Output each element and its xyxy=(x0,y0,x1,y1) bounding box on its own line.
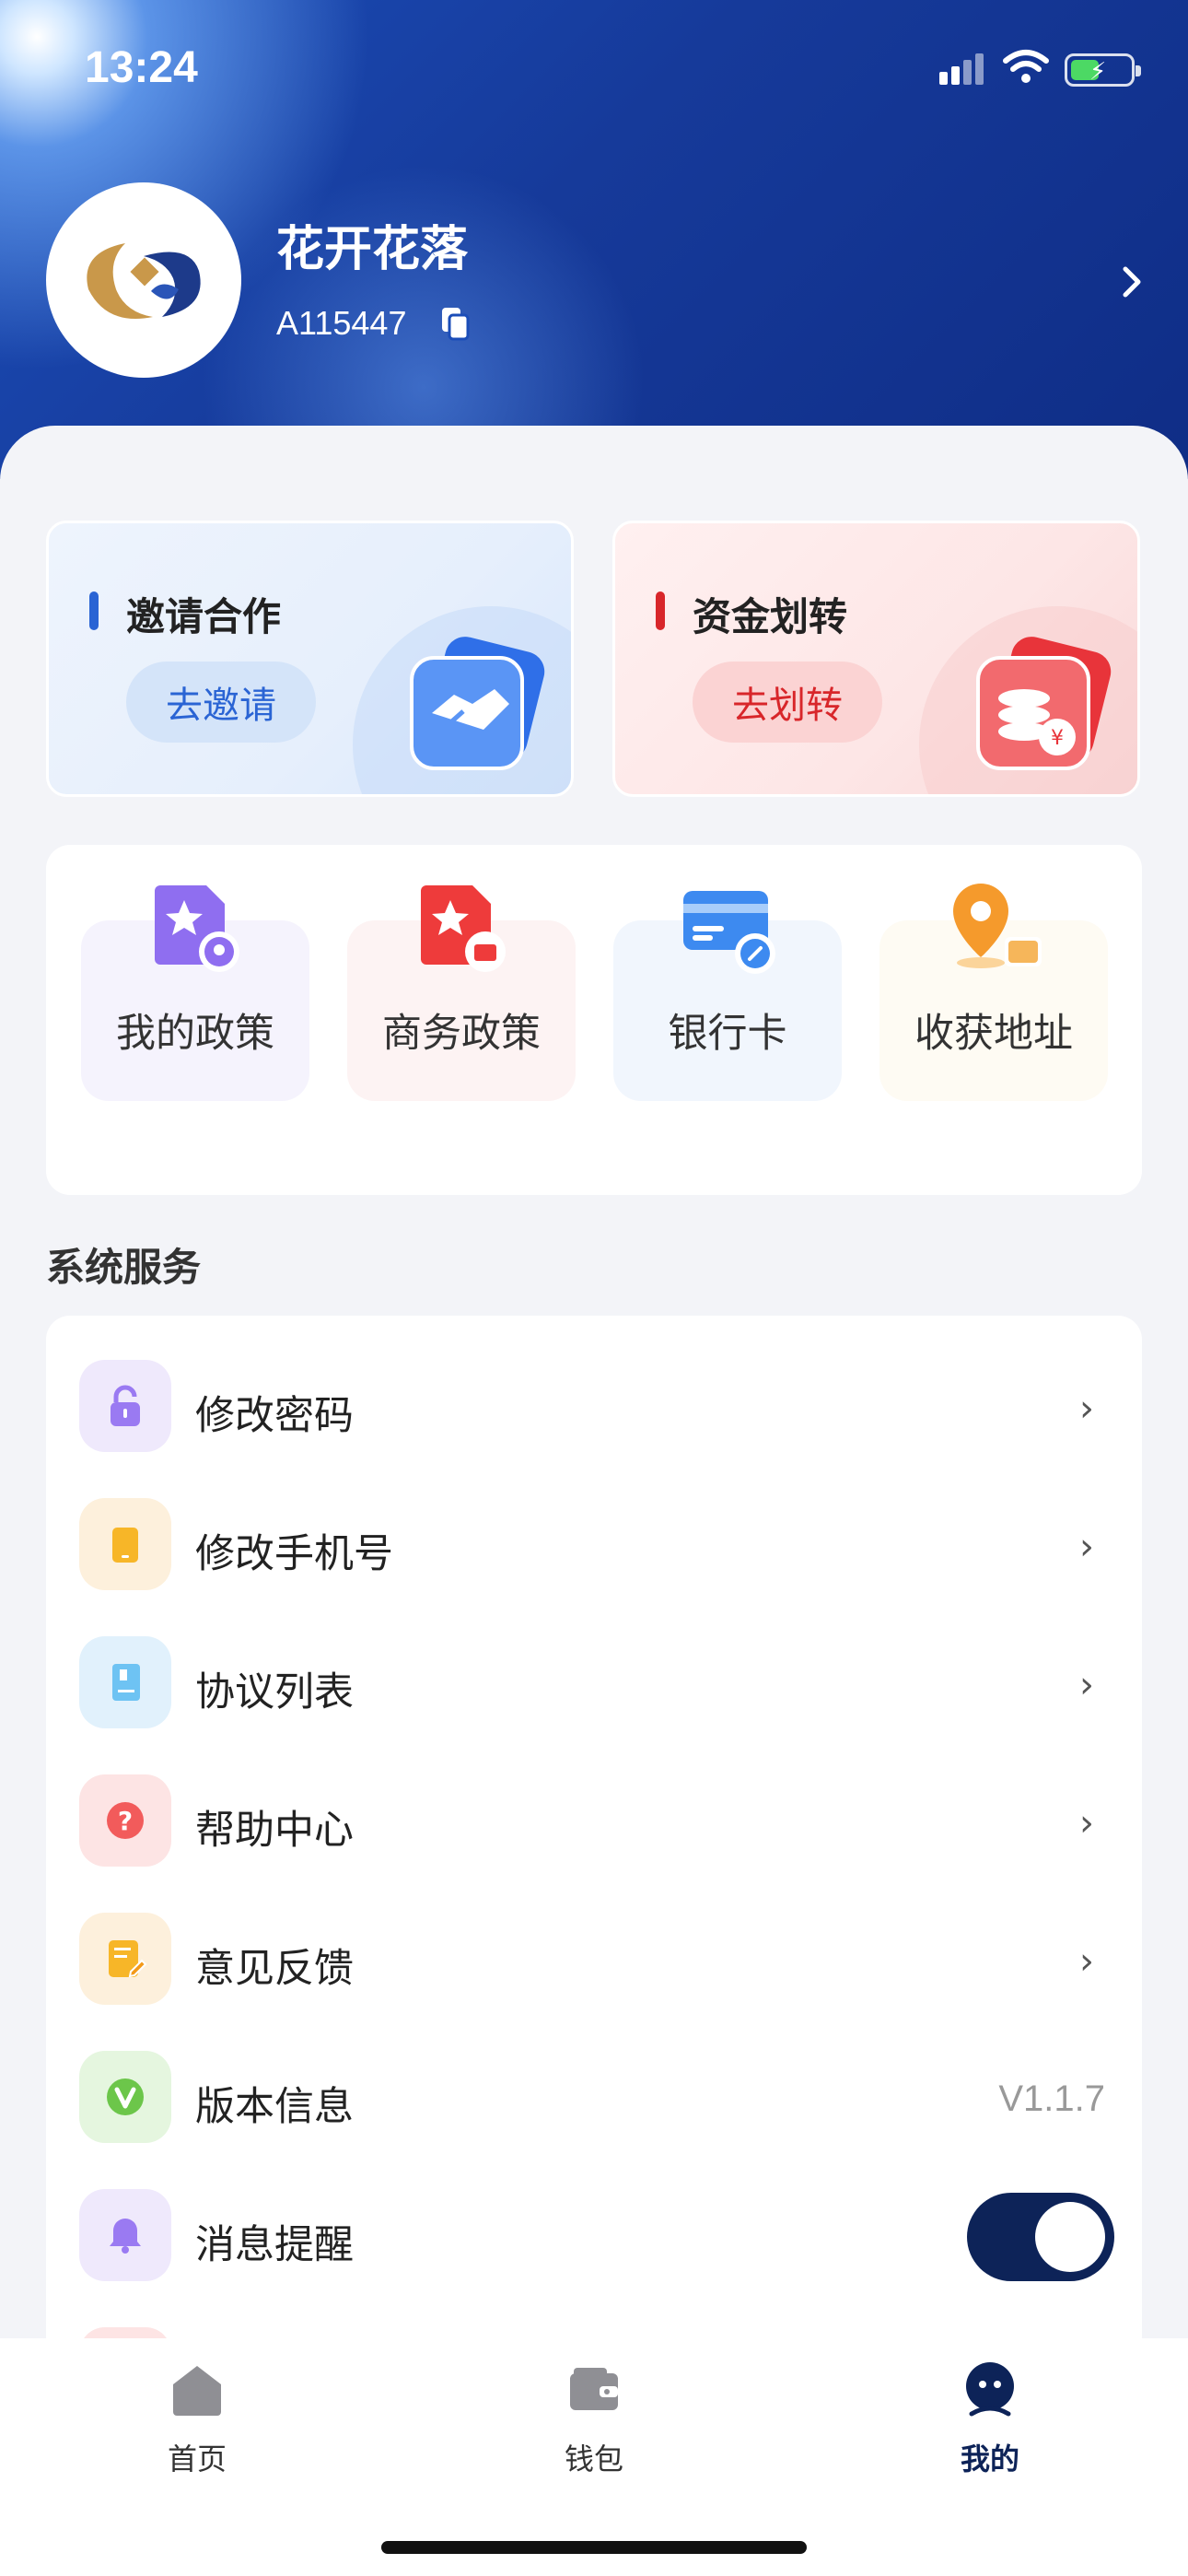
company-logo xyxy=(87,243,201,319)
list-item-feedback[interactable]: 意见反馈 › xyxy=(46,1868,1142,2007)
status-time: 13:24 xyxy=(85,43,198,92)
status-bar: 13:24 ⚡ xyxy=(0,0,1188,138)
profile-icon xyxy=(966,2362,1014,2417)
chevron-right-icon: › xyxy=(1079,1940,1094,1983)
profile-header: 13:24 ⚡ 花开花落 A115447 xyxy=(0,0,1188,479)
invite-button[interactable]: 去邀请 xyxy=(126,662,316,743)
version-value: V1.1.7 xyxy=(998,2078,1105,2119)
quick-label: 银行卡 xyxy=(668,1011,787,1057)
tab-label: 钱包 xyxy=(564,2441,623,2476)
invite-title: 邀请合作 xyxy=(126,594,282,639)
chevron-right-icon: › xyxy=(1079,1388,1094,1430)
handshake-icon xyxy=(410,637,545,770)
business-policy-icon xyxy=(421,885,506,972)
profile-name: 花开花落 xyxy=(276,222,469,277)
list-item-help-center[interactable]: ? 帮助中心 › xyxy=(46,1730,1142,1868)
list-item-change-password[interactable]: 修改密码 › xyxy=(46,1316,1142,1454)
svg-text:?: ? xyxy=(118,1806,133,1836)
copy-icon[interactable] xyxy=(440,306,472,341)
profile-chevron-icon[interactable] xyxy=(1118,263,1146,300)
lock-icon xyxy=(79,1360,171,1452)
feedback-icon xyxy=(79,1913,171,2005)
coins-icon: ¥ xyxy=(976,637,1112,770)
quick-label: 我的政策 xyxy=(116,1011,274,1057)
list-item-label: 修改密码 xyxy=(195,1393,354,1439)
list-item-label: 意见反馈 xyxy=(195,1946,354,1992)
invite-card[interactable]: 邀请合作 去邀请 xyxy=(46,521,574,797)
battery-icon: ⚡ xyxy=(1065,53,1141,87)
chevron-right-icon: › xyxy=(1079,1664,1094,1706)
profile-id: A115447 xyxy=(276,304,407,342)
tab-wallet[interactable]: 钱包 xyxy=(456,2338,732,2486)
document-icon xyxy=(79,1636,171,1728)
avatar[interactable] xyxy=(46,182,241,378)
quick-label: 商务政策 xyxy=(382,1011,541,1057)
transfer-button[interactable]: 去划转 xyxy=(693,662,882,743)
quick-my-policy[interactable]: 我的政策 xyxy=(81,885,309,1101)
policy-star-icon xyxy=(155,885,239,972)
version-icon xyxy=(79,2051,171,2143)
quick-label: 收获地址 xyxy=(914,1011,1073,1057)
home-icon xyxy=(173,2366,221,2416)
location-pin-icon xyxy=(953,884,1042,968)
question-icon: ? xyxy=(79,1774,171,1867)
notification-toggle[interactable] xyxy=(967,2193,1114,2281)
tab-label: 我的 xyxy=(960,2441,1019,2476)
transfer-title: 资金划转 xyxy=(693,594,848,639)
list-item-version[interactable]: 版本信息 V1.1.7 xyxy=(46,2007,1142,2145)
list-item-label: 修改手机号 xyxy=(195,1531,393,1577)
transfer-card[interactable]: 资金划转 去划转 ¥ xyxy=(612,521,1140,797)
transfer-accent-bar xyxy=(656,591,665,630)
signal-icon xyxy=(939,53,989,85)
chevron-right-icon: › xyxy=(1079,1526,1094,1568)
svg-text:¥: ¥ xyxy=(1051,727,1064,750)
home-indicator xyxy=(381,2541,807,2554)
quick-address[interactable]: 收获地址 xyxy=(879,884,1108,1101)
wallet-icon xyxy=(570,2368,618,2410)
list-item-label: 协议列表 xyxy=(195,1669,354,1715)
invite-accent-bar xyxy=(89,591,99,630)
list-item-label: 帮助中心 xyxy=(195,1808,354,1854)
tab-label: 首页 xyxy=(167,2441,227,2476)
bell-icon xyxy=(79,2189,171,2281)
list-item-notifications: 消息提醒 xyxy=(46,2145,1142,2283)
section-title-system-services: 系统服务 xyxy=(46,1245,202,1290)
tab-home[interactable]: 首页 xyxy=(59,2338,335,2486)
chevron-right-icon: › xyxy=(1079,1802,1094,1844)
quick-actions-panel: 我的政策 商务政策 银行卡 收获地址 xyxy=(46,845,1142,1195)
list-item-change-phone[interactable]: 修改手机号 › xyxy=(46,1454,1142,1592)
quick-business-policy[interactable]: 商务政策 xyxy=(347,885,576,1101)
list-item-label: 版本信息 xyxy=(195,2084,354,2130)
list-item-agreements[interactable]: 协议列表 › xyxy=(46,1592,1142,1730)
bank-card-icon xyxy=(683,891,775,974)
phone-icon xyxy=(79,1498,171,1590)
list-item-label: 消息提醒 xyxy=(195,2222,354,2268)
wifi-icon xyxy=(1003,50,1049,83)
tab-profile[interactable]: 我的 xyxy=(852,2338,1128,2486)
quick-bank-card[interactable]: 银行卡 xyxy=(613,891,842,1101)
